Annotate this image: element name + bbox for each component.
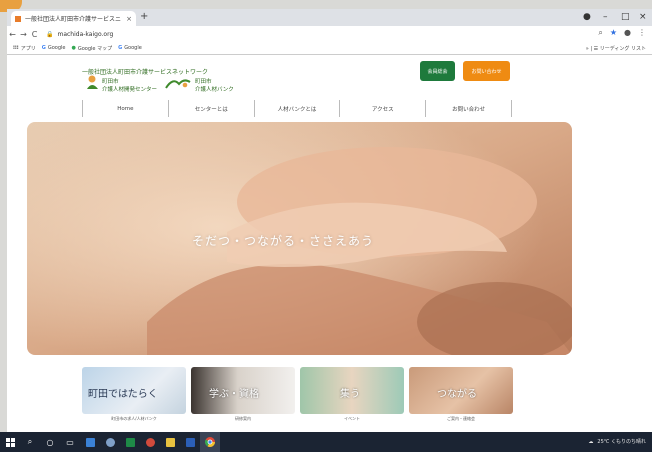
- record-icon[interactable]: ●: [583, 11, 591, 23]
- card-connect-image: つながる: [409, 367, 513, 414]
- cloud-icon: ☁: [588, 438, 594, 445]
- paint-icon[interactable]: [100, 432, 120, 452]
- search-icon[interactable]: ⌕: [598, 28, 602, 38]
- minimize-button[interactable]: –: [603, 11, 608, 23]
- bookmark-apps[interactable]: ⁝⁝⁝ アプリ: [13, 45, 36, 52]
- system-tray[interactable]: ☁ 25℃ くもりのち晴れ: [588, 438, 646, 446]
- menu-icon[interactable]: ⋮: [638, 28, 646, 38]
- card-connect-caption: ご案内・連絡会: [447, 416, 475, 421]
- reload-button[interactable]: C: [29, 30, 40, 39]
- card-learn-image: 学ぶ・資格: [191, 367, 295, 414]
- nav-access[interactable]: アクセス: [339, 100, 425, 117]
- store-icon[interactable]: [80, 432, 100, 452]
- apps-icon: ⁝⁝⁝: [13, 45, 19, 51]
- weather-text: 25℃ くもりのち晴れ: [597, 439, 646, 445]
- hero-banner: そだつ・つながる・ささえあう: [27, 122, 572, 355]
- logo2-line2: 介護人材バンク: [195, 87, 234, 93]
- screenshot-photo: 一般社団法人町田市介護サービスニ × + ● – □ × ← → C 🔒 mac…: [0, 0, 652, 452]
- bookmark-google-2[interactable]: G Google: [118, 45, 142, 51]
- bookmark-label: Google: [124, 45, 142, 51]
- bookmark-label: アプリ: [20, 45, 36, 52]
- logo1-line1: 町田市: [102, 79, 119, 85]
- bookmark-google-maps[interactable]: ● Google マップ: [71, 45, 112, 52]
- nav-about-bank[interactable]: 人材バンクとは: [253, 100, 340, 117]
- maximize-button[interactable]: □: [621, 11, 630, 23]
- bookmark-label: Google: [47, 45, 66, 51]
- browser-tab[interactable]: 一般社団法人町田市介護サービスニ ×: [11, 11, 136, 26]
- card-work-image: 町田ではたらく: [82, 367, 186, 414]
- contact-button[interactable]: お問い合わせ: [463, 61, 510, 81]
- search-icon[interactable]: ⌕: [20, 432, 40, 452]
- nav-home[interactable]: Home: [82, 100, 168, 117]
- logo2-line1: 町田市: [195, 79, 212, 85]
- nav-about-center[interactable]: センターとは: [167, 100, 254, 117]
- spreadsheet-icon[interactable]: [120, 432, 140, 452]
- photos-icon[interactable]: [140, 432, 160, 452]
- bookmark-google[interactable]: G Google: [42, 45, 66, 51]
- card-connect[interactable]: つながる ご案内・連絡会: [409, 367, 513, 427]
- reading-list-button[interactable]: » | ☰ リーディング リスト: [586, 45, 646, 52]
- maps-icon: ●: [71, 45, 76, 51]
- back-button[interactable]: ←: [7, 30, 18, 39]
- tab-title: 一般社団法人町田市介護サービスニ: [25, 16, 122, 23]
- card-gather-caption: イベント: [344, 416, 360, 421]
- card-gather[interactable]: 集う イベント: [300, 367, 404, 427]
- chrome-icon[interactable]: [200, 432, 220, 452]
- hero-tagline: そだつ・つながる・ささえあう: [192, 234, 375, 248]
- google-icon: G: [118, 45, 123, 51]
- organization-name: 一般社団法人町田市介護サービスネットワーク: [82, 69, 209, 76]
- global-nav: Home センターとは 人材バンクとは アクセス お問い合わせ: [82, 100, 512, 117]
- cortana-icon[interactable]: ○: [40, 432, 60, 452]
- explorer-icon[interactable]: [160, 432, 180, 452]
- windows-icon[interactable]: [0, 432, 20, 452]
- star-icon[interactable]: ★: [610, 28, 617, 38]
- browser-tabbar: 一般社団法人町田市介護サービスニ × + ● – □ ×: [7, 9, 652, 26]
- word-icon[interactable]: [180, 432, 200, 452]
- card-gather-title: 集う: [340, 389, 360, 400]
- bookmarks-bar: ⁝⁝⁝ アプリ G Google ● Google マップ G Google »…: [7, 42, 652, 55]
- card-learn[interactable]: 学ぶ・資格 研修案内: [191, 367, 295, 427]
- card-learn-caption: 研修案内: [235, 416, 251, 421]
- close-window-button[interactable]: ×: [639, 11, 647, 23]
- bookmark-label: Google マップ: [77, 45, 113, 52]
- card-work-title: 町田ではたらく: [88, 389, 158, 400]
- address-bar[interactable]: machida-kaigo.org: [57, 31, 113, 38]
- windows-taskbar: ⌕ ○ ▭ ☁ 25℃ くもりのち晴れ: [0, 432, 652, 452]
- card-work-caption: 町田市の求人/人材バンク: [111, 416, 157, 421]
- development-center-logo-icon[interactable]: [85, 75, 100, 90]
- nav-contact[interactable]: お問い合わせ: [425, 100, 512, 117]
- google-icon: G: [41, 45, 46, 51]
- site-favicon-icon: [15, 15, 21, 22]
- card-work[interactable]: 町田ではたらく 町田市の求人/人材バンク: [82, 367, 186, 427]
- feature-cards: 町田ではたらく 町田市の求人/人材バンク 学ぶ・資格 研修案内 集う イベント …: [82, 367, 513, 427]
- card-gather-image: 集う: [300, 367, 404, 414]
- card-connect-title: つながる: [437, 389, 477, 400]
- logo1-line2: 介護人材開発センター: [102, 87, 158, 93]
- forward-button[interactable]: →: [18, 30, 29, 39]
- account-icon[interactable]: ●: [624, 28, 631, 38]
- card-learn-title: 学ぶ・資格: [209, 389, 259, 400]
- web-page: 一般社団法人町田市介護サービスネットワーク 町田市 介護人材開発センター 町田市…: [7, 55, 652, 432]
- new-tab-button[interactable]: +: [140, 11, 148, 23]
- browser-toolbar: ← → C 🔒 machida-kaigo.org ⌕ ★ ● ⋮: [7, 26, 652, 42]
- talent-bank-logo-icon[interactable]: [165, 76, 191, 90]
- task-view-icon[interactable]: ▭: [60, 432, 80, 452]
- member-meeting-button[interactable]: 会員総会: [420, 61, 455, 81]
- lock-icon: 🔒: [46, 30, 54, 38]
- tab-close-icon[interactable]: ×: [126, 15, 132, 23]
